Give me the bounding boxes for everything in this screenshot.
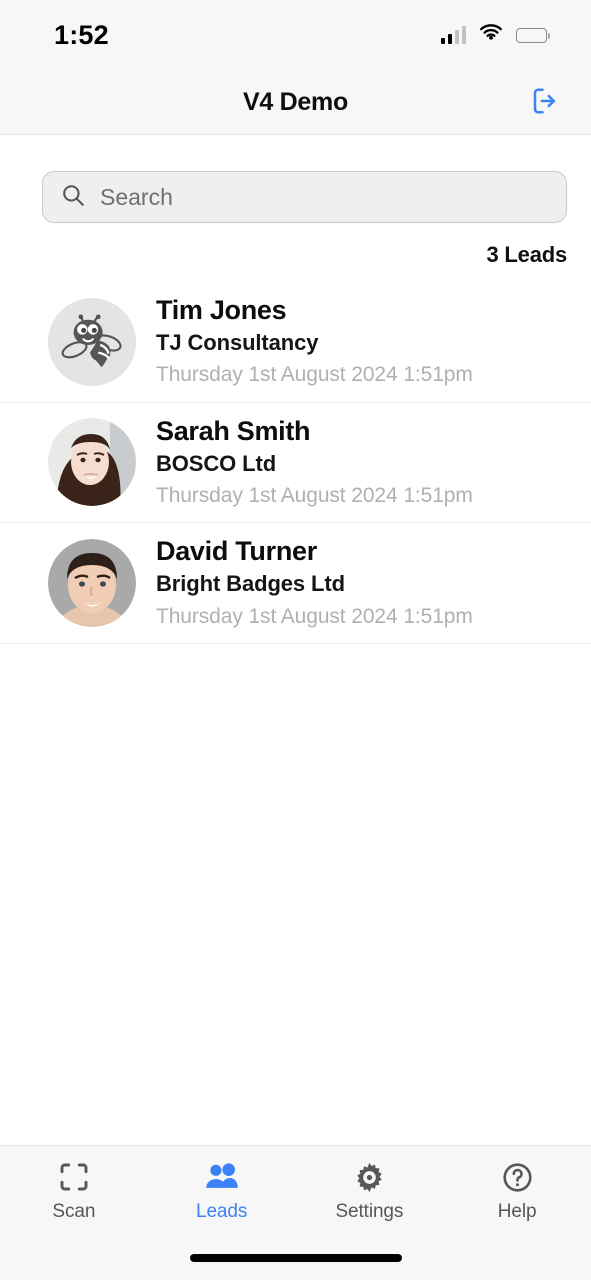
- cellular-signal-icon: [440, 26, 466, 44]
- leads-count-label: 3 Leads: [486, 242, 567, 267]
- gear-icon: [353, 1160, 386, 1194]
- app-screen: 1:52 V4 Demo Search 3 Leads Tim Jones TJ…: [0, 0, 591, 1280]
- logout-button[interactable]: [525, 82, 565, 122]
- wifi-icon: [479, 23, 503, 47]
- avatar: [48, 418, 136, 507]
- tab-scan[interactable]: Scan: [0, 1160, 148, 1223]
- avatar: [48, 539, 136, 628]
- lead-name: Sarah Smith: [156, 415, 311, 446]
- tab-label: Settings: [335, 1201, 404, 1222]
- status-bar: 1:52: [0, 0, 591, 70]
- lead-company: BOSCO Ltd: [156, 450, 277, 476]
- tab-label: Leads: [195, 1201, 248, 1222]
- scan-frame-icon: [58, 1160, 90, 1194]
- lead-date: Thursday 1st August 2024 1:51pm: [156, 604, 473, 628]
- tab-help[interactable]: Help: [443, 1160, 591, 1223]
- people-icon: [205, 1160, 239, 1194]
- table-row[interactable]: Tim Jones TJ Consultancy Thursday 1st Au…: [0, 282, 591, 403]
- home-indicator: [189, 1254, 402, 1262]
- lead-company: Bright Badges Ltd: [156, 571, 345, 597]
- lead-info: Tim Jones TJ Consultancy Thursday 1st Au…: [156, 295, 473, 389]
- tab-settings[interactable]: Settings: [296, 1160, 444, 1223]
- lead-date: Thursday 1st August 2024 1:51pm: [156, 363, 473, 387]
- leads-list: Tim Jones TJ Consultancy Thursday 1st Au…: [0, 282, 591, 644]
- battery-icon: [516, 27, 550, 43]
- status-bar-time: 1:52: [54, 19, 109, 50]
- avatar: [48, 297, 136, 386]
- question-mark-circle-icon: [501, 1160, 534, 1194]
- app-header: V4 Demo: [0, 70, 591, 135]
- logout-icon: [530, 86, 560, 119]
- tab-label: Help: [497, 1201, 537, 1222]
- table-row[interactable]: David Turner Bright Badges Ltd Thursday …: [0, 523, 591, 644]
- status-bar-icons: [440, 23, 550, 47]
- lead-info: Sarah Smith BOSCO Ltd Thursday 1st Augus…: [156, 416, 473, 510]
- lead-name: Tim Jones: [156, 295, 287, 325]
- search-input[interactable]: [100, 183, 549, 211]
- lead-info: David Turner Bright Badges Ltd Thursday …: [156, 536, 473, 630]
- page-title: V4 Demo: [243, 87, 348, 116]
- search-bar[interactable]: [42, 171, 567, 223]
- lead-name: David Turner: [156, 536, 317, 567]
- search-container: [0, 135, 591, 223]
- tab-label: Scan: [52, 1201, 96, 1222]
- table-row[interactable]: Sarah Smith BOSCO Ltd Thursday 1st Augus…: [0, 403, 591, 524]
- lead-company: TJ Consultancy: [156, 329, 319, 355]
- main-content: 3 Leads: [0, 135, 591, 1145]
- lead-date: Thursday 1st August 2024 1:51pm: [156, 484, 473, 508]
- tab-leads[interactable]: Leads: [148, 1160, 296, 1223]
- search-icon: [60, 182, 86, 213]
